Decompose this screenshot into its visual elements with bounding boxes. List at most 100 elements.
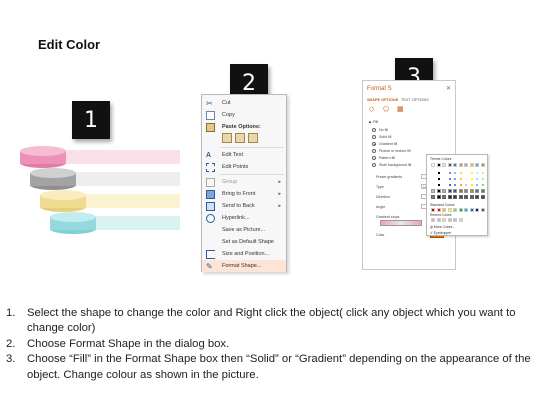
menu-item-size-position[interactable]: Size and Position... — [202, 248, 286, 260]
color-swatch[interactable] — [453, 183, 457, 187]
color-swatch[interactable] — [431, 177, 435, 181]
color-swatch[interactable] — [458, 218, 463, 222]
color-swatch[interactable] — [436, 163, 441, 167]
color-swatch[interactable] — [431, 163, 435, 167]
menu-item-hyperlink[interactable]: Hyperlink... — [202, 212, 286, 224]
color-swatch[interactable] — [453, 171, 457, 175]
radio-slide-background-fill[interactable] — [372, 163, 376, 167]
paste-picture-icon[interactable] — [235, 133, 245, 143]
color-swatch[interactable] — [475, 163, 479, 167]
cylinder-pink[interactable] — [20, 146, 66, 168]
eyedropper-option[interactable]: ✐ Eyedropper — [430, 231, 451, 235]
more-colors-option[interactable]: ◍ More Colors... — [430, 225, 455, 229]
size-properties-icon[interactable]: ▦ — [397, 106, 405, 114]
color-swatch[interactable] — [453, 163, 457, 167]
gradient-stops-slider[interactable] — [380, 220, 422, 226]
color-swatch[interactable] — [442, 208, 446, 212]
color-swatch[interactable] — [453, 177, 457, 181]
color-swatch[interactable] — [447, 171, 452, 175]
fill-section-header[interactable]: ▲ Fill — [368, 119, 378, 124]
color-swatch[interactable] — [442, 177, 446, 181]
color-swatch[interactable] — [464, 177, 468, 181]
menu-item-group[interactable]: Group ▸ — [202, 176, 286, 188]
color-swatch[interactable] — [442, 163, 446, 167]
color-swatch[interactable] — [436, 177, 441, 181]
tab-text-options[interactable]: TEXT OPTIONS — [401, 98, 429, 102]
radio-pattern-fill[interactable] — [372, 156, 376, 160]
cylinder-yellow[interactable] — [40, 190, 86, 212]
color-swatch[interactable] — [469, 208, 474, 212]
color-swatch[interactable] — [436, 189, 441, 193]
color-swatch[interactable] — [458, 208, 463, 212]
color-swatch[interactable] — [469, 195, 474, 199]
color-swatch[interactable] — [480, 208, 485, 212]
color-swatch[interactable] — [431, 195, 435, 199]
color-swatch[interactable] — [475, 208, 479, 212]
color-swatch[interactable] — [475, 189, 479, 193]
close-icon[interactable]: ✕ — [446, 85, 451, 92]
color-swatch[interactable] — [453, 218, 457, 222]
color-swatch[interactable] — [431, 189, 435, 193]
color-swatch[interactable] — [480, 171, 485, 175]
color-swatch[interactable] — [475, 177, 479, 181]
color-swatch[interactable] — [475, 183, 479, 187]
menu-item-send-to-back[interactable]: Send to Back ▸ — [202, 200, 286, 212]
radio-no-fill[interactable] — [372, 128, 376, 132]
color-swatch[interactable] — [480, 177, 485, 181]
color-swatch[interactable] — [447, 208, 452, 212]
tab-shape-options[interactable]: SHAPE OPTIONS — [367, 98, 398, 102]
color-swatch[interactable] — [464, 195, 468, 199]
color-swatch[interactable] — [436, 195, 441, 199]
color-swatch[interactable] — [453, 189, 457, 193]
radio-gradient-fill[interactable] — [372, 142, 376, 146]
color-swatch[interactable] — [464, 189, 468, 193]
color-swatch[interactable] — [458, 195, 463, 199]
effects-icon[interactable]: ⬠ — [383, 106, 391, 114]
color-swatch[interactable] — [464, 163, 468, 167]
fill-line-icon[interactable]: ◇ — [369, 106, 377, 114]
color-swatch[interactable] — [464, 208, 468, 212]
color-swatch[interactable] — [480, 195, 485, 199]
color-swatch[interactable] — [442, 218, 446, 222]
menu-item-save-as-picture[interactable]: Save as Picture... — [202, 224, 286, 236]
color-swatch[interactable] — [431, 171, 435, 175]
color-swatch[interactable] — [431, 218, 435, 222]
menu-item-set-default-shape[interactable]: Set as Default Shape — [202, 236, 286, 248]
color-swatch[interactable] — [458, 177, 463, 181]
color-swatch[interactable] — [480, 163, 485, 167]
color-swatch[interactable] — [458, 183, 463, 187]
color-swatch[interactable] — [447, 177, 452, 181]
color-swatch[interactable] — [480, 183, 485, 187]
color-swatch[interactable] — [447, 183, 452, 187]
paste-keep-format-icon[interactable] — [222, 133, 232, 143]
cylinder-cyan[interactable] — [50, 212, 96, 234]
menu-item-cut[interactable]: ✂ Cut — [202, 97, 286, 109]
cylinder-gray[interactable] — [30, 168, 76, 190]
color-swatch[interactable] — [453, 208, 457, 212]
color-swatch[interactable] — [431, 208, 435, 212]
color-swatch[interactable] — [458, 189, 463, 193]
color-swatch[interactable] — [464, 171, 468, 175]
color-swatch[interactable] — [469, 177, 474, 181]
color-swatch[interactable] — [469, 189, 474, 193]
menu-item-bring-to-front[interactable]: Bring to Front ▸ — [202, 188, 286, 200]
menu-item-edit-text[interactable]: A Edit Text — [202, 149, 286, 161]
color-swatch[interactable] — [447, 195, 452, 199]
color-swatch[interactable] — [436, 218, 441, 222]
color-swatch[interactable] — [453, 195, 457, 199]
color-swatch[interactable] — [442, 171, 446, 175]
color-swatch[interactable] — [431, 183, 435, 187]
menu-item-format-shape[interactable]: ✎ Format Shape... — [202, 260, 286, 272]
color-swatch[interactable] — [447, 189, 452, 193]
menu-item-edit-points[interactable]: Edit Points — [202, 161, 286, 173]
color-swatch[interactable] — [464, 183, 468, 187]
color-swatch[interactable] — [442, 183, 446, 187]
color-swatch[interactable] — [469, 163, 474, 167]
color-swatch[interactable] — [469, 183, 474, 187]
color-swatch[interactable] — [458, 163, 463, 167]
color-swatch[interactable] — [442, 189, 446, 193]
color-swatch[interactable] — [458, 171, 463, 175]
color-swatch[interactable] — [442, 195, 446, 199]
paste-text-icon[interactable] — [248, 133, 258, 143]
color-swatch[interactable] — [447, 218, 452, 222]
